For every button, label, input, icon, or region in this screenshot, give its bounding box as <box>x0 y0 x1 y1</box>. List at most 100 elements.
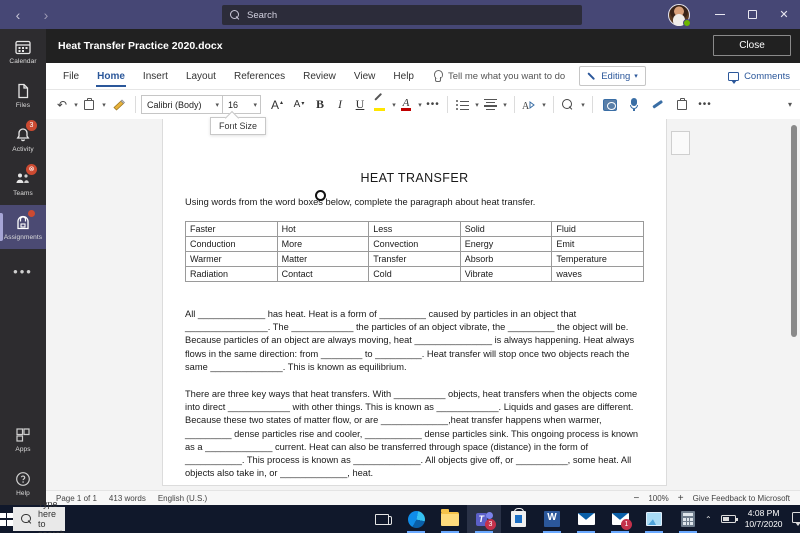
italic-button[interactable]: I <box>330 94 350 116</box>
underline-button[interactable]: U <box>350 94 370 116</box>
side-panel-toggle[interactable] <box>671 131 690 155</box>
align-button[interactable] <box>481 94 499 116</box>
table-cell: Temperature <box>552 252 644 267</box>
undo-dropdown[interactable]: ▾ <box>70 94 80 116</box>
sidebar-item-calendar[interactable]: Calendar <box>0 29 46 73</box>
highlight-dropdown[interactable]: ▾ <box>388 94 398 116</box>
format-painter-button[interactable] <box>108 94 130 116</box>
apps-icon <box>14 426 32 444</box>
minimize-button[interactable] <box>704 0 736 29</box>
taskbar-calculator[interactable] <box>671 505 705 533</box>
zoom-out-button[interactable]: − <box>633 493 639 504</box>
paste-dropdown[interactable]: ▾ <box>98 94 108 116</box>
show-hidden-icons-button[interactable]: ⌃ <box>705 515 712 524</box>
feedback-link[interactable]: Give Feedback to Microsoft <box>693 494 790 503</box>
clock[interactable]: 4:08 PM 10/7/2020 <box>745 508 783 530</box>
clipboard-button[interactable] <box>670 94 694 116</box>
calendar-icon <box>14 38 32 56</box>
table-cell: Vibrate <box>460 267 552 282</box>
font-color-dropdown[interactable]: ▾ <box>414 94 424 116</box>
font-color-button[interactable]: A <box>398 94 414 116</box>
taskbar-edge[interactable] <box>399 505 433 533</box>
shrink-font-icon: A▾ <box>294 99 305 110</box>
presence-available-icon <box>683 19 691 27</box>
zoom-level[interactable]: 100% <box>648 494 668 503</box>
styles-dropdown[interactable]: ▾ <box>538 94 548 116</box>
tab-review[interactable]: Review <box>294 63 345 90</box>
taskbar-mail[interactable]: 1 <box>603 505 637 533</box>
sidebar-item-label: Assignments <box>4 234 42 241</box>
chevron-down-icon: ▾ <box>215 101 219 109</box>
bullets-button[interactable] <box>453 94 471 116</box>
word-status-bar: Page 1 of 1 413 words English (U.S.) − 1… <box>46 490 800 505</box>
align-dropdown[interactable]: ▾ <box>499 94 509 116</box>
toolbar-separator <box>447 96 448 113</box>
editing-mode-button[interactable]: Editing ▾ <box>579 66 646 86</box>
more-font-options-button[interactable]: ••• <box>424 94 442 116</box>
taskbar-store[interactable] <box>501 505 535 533</box>
minimize-icon <box>715 14 725 15</box>
teams-search-input[interactable]: Search <box>222 5 582 25</box>
pencil-icon <box>587 71 597 81</box>
highlight-button[interactable] <box>370 94 388 116</box>
taskbar-file-explorer[interactable] <box>433 505 467 533</box>
word-count[interactable]: 413 words <box>109 494 146 503</box>
font-name-select[interactable]: Calibri (Body) ▾ <box>141 95 223 114</box>
tab-help[interactable]: Help <box>384 63 423 90</box>
document-scrollbar[interactable] <box>790 123 798 485</box>
sidebar-item-teams[interactable]: ⊗ Teams <box>0 161 46 205</box>
start-button[interactable] <box>0 505 13 533</box>
bullets-dropdown[interactable]: ▾ <box>471 94 481 116</box>
editor-button[interactable] <box>598 94 622 116</box>
tab-view[interactable]: View <box>345 63 385 90</box>
zoom-in-button[interactable]: + <box>678 493 684 504</box>
close-document-button[interactable]: Close <box>713 35 791 56</box>
tell-me-search[interactable]: Tell me what you want to do <box>433 70 565 82</box>
nav-arrows: ‹ › <box>10 8 54 22</box>
battery-icon[interactable] <box>721 515 736 523</box>
comment-bubble-icon <box>728 72 739 81</box>
find-dropdown[interactable]: ▾ <box>577 94 587 116</box>
tab-layout[interactable]: Layout <box>177 63 225 90</box>
font-size-select[interactable]: 16 ▾ <box>223 95 261 114</box>
scrollbar-thumb[interactable] <box>791 125 797 337</box>
paste-button[interactable] <box>80 94 98 116</box>
language-indicator[interactable]: English (U.S.) <box>158 494 207 503</box>
shrink-font-button[interactable]: A▾ <box>288 94 310 116</box>
avatar[interactable] <box>668 4 690 26</box>
table-row: Conduction More Convection Energy Emit <box>186 237 644 252</box>
dictate-button[interactable] <box>622 94 646 116</box>
undo-button[interactable]: ↶ <box>54 94 70 116</box>
grow-font-button[interactable]: A▴ <box>266 94 288 116</box>
ellipsis-icon: ••• <box>698 99 712 110</box>
find-button[interactable] <box>559 94 577 116</box>
bold-button[interactable]: B <box>310 94 330 116</box>
forward-arrow-icon[interactable]: › <box>38 8 54 22</box>
comments-button[interactable]: Comments <box>728 71 790 82</box>
sidebar-item-apps[interactable]: Apps <box>0 417 46 461</box>
sidebar-item-files[interactable]: Files <box>0 73 46 117</box>
maximize-button[interactable] <box>736 0 768 29</box>
close-window-button[interactable]: ✕ <box>768 0 800 29</box>
task-view-button[interactable] <box>365 505 399 533</box>
tab-file[interactable]: File <box>54 63 88 90</box>
document-page[interactable]: HEAT TRANSFER Using words from the word … <box>162 119 667 486</box>
sidebar-item-activity[interactable]: 3 Activity <box>0 117 46 161</box>
taskbar-search-input[interactable]: Type here to search <box>13 507 65 531</box>
taskbar-photos[interactable] <box>637 505 671 533</box>
collapse-ribbon-button[interactable]: ▾ <box>788 100 792 109</box>
ink-button[interactable] <box>646 94 670 116</box>
taskbar-word[interactable] <box>535 505 569 533</box>
sidebar-item-assignments[interactable]: Assignments <box>0 205 46 249</box>
back-arrow-icon[interactable]: ‹ <box>10 8 26 22</box>
status-right: − 100% + Give Feedback to Microsoft <box>633 493 790 504</box>
styles-button[interactable]: A <box>520 94 538 116</box>
tab-insert[interactable]: Insert <box>134 63 177 90</box>
sidebar-more-button[interactable]: ••• <box>0 249 46 293</box>
taskbar-teams[interactable]: 3 <box>467 505 501 533</box>
tab-home[interactable]: Home <box>88 63 134 90</box>
toolbar-more-button[interactable]: ••• <box>694 94 716 116</box>
tab-references[interactable]: References <box>225 63 294 90</box>
notifications-button[interactable]: 1 <box>792 512 800 526</box>
taskbar-mail-blue[interactable] <box>569 505 603 533</box>
